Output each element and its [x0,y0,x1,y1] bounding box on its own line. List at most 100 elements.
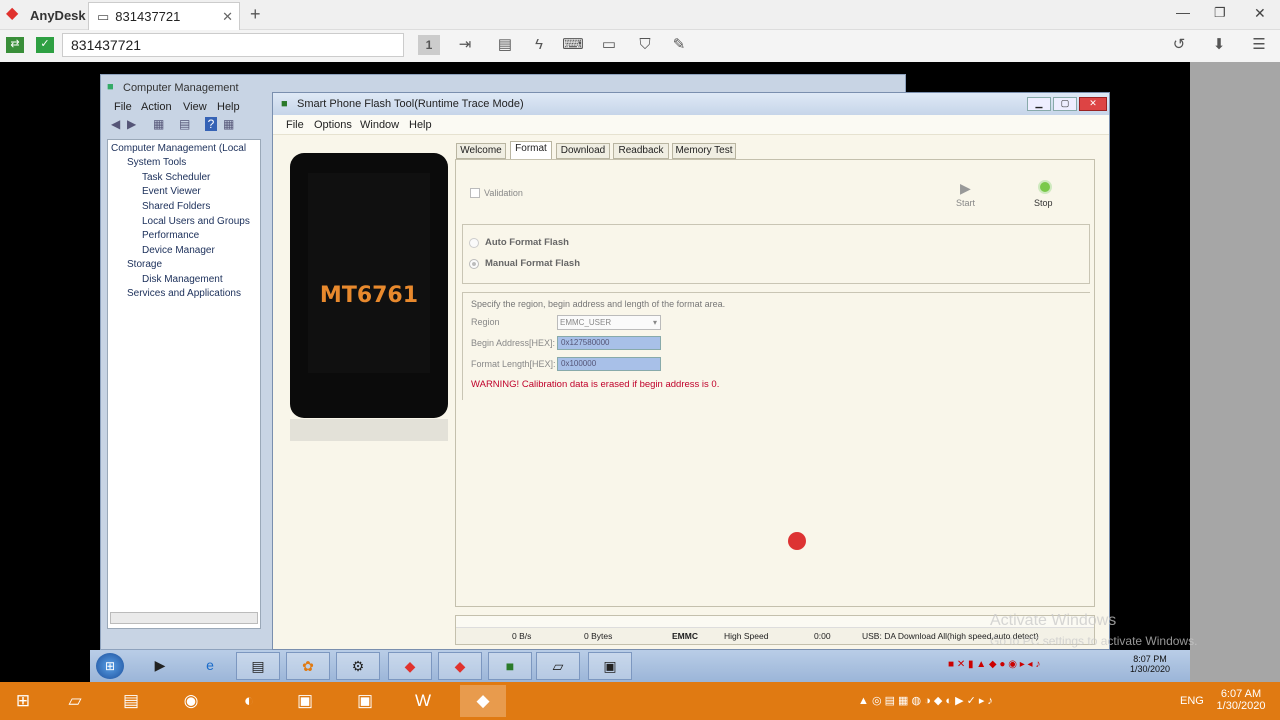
start-button-label[interactable]: Start [956,198,975,208]
local-tray-icons[interactable]: ▲ ◎ ▤ ▦ ◍ ◑ ◆ ◐ ▶ ✓ ▸ ♪ [858,694,993,707]
close-tab-icon[interactable]: ✕ [222,9,233,25]
computer-icon: ■ [107,81,114,93]
tree-item-performance[interactable]: Performance [142,230,199,241]
keyboard-icon[interactable]: ⌨ [562,35,584,55]
tree-item-shared-folders[interactable]: Shared Folders [142,201,210,212]
cm-menu-action[interactable]: Action [141,101,172,113]
cm-menu-help[interactable]: Help [217,101,240,113]
network-task-icon[interactable]: ▣ [588,652,632,680]
activation-watermark: Activate Windows Go to PC settings to ac… [990,612,1197,648]
anydesk-task-icon-1[interactable]: ◆ [388,652,432,680]
local-clock[interactable]: 6:07 AM 1/30/2020 [1212,688,1270,712]
monitor-icon: ▭ [97,8,110,24]
flash-tool-window[interactable]: ■ Smart Phone Flash Tool(Runtime Trace M… [272,92,1110,650]
instruction-text: Specify the region, begin address and le… [471,299,726,309]
menu-file[interactable]: File [286,119,304,131]
tree-item-storage[interactable]: Storage [127,259,162,270]
manual-format-radio[interactable] [469,259,479,269]
download-icon[interactable]: ⬇ [1208,35,1230,55]
remote-clock-date: 1/30/2020 [1129,664,1170,674]
actions-icon[interactable]: ϟ [528,35,550,55]
windows-start-icon[interactable]: ⊞ [0,685,46,717]
pen-icon[interactable]: ✎ [668,35,690,55]
remote-cursor-icon [788,532,806,550]
menu-options[interactable]: Options [314,119,352,131]
address-field[interactable]: 831437721 [62,33,404,57]
tab-readback[interactable]: Readback [613,143,669,159]
remote-start-icon[interactable]: ⊞ [96,653,124,679]
maximize-icon[interactable]: ❐ [1214,5,1226,21]
history-icon[interactable]: ↺ [1168,35,1190,55]
close-window-icon[interactable]: ✕ [1254,5,1266,22]
validation-checkbox[interactable] [470,188,480,198]
format-length-field[interactable]: 0x100000 [557,357,661,371]
stop-button-label[interactable]: Stop [1034,198,1053,208]
usb-tool-icon[interactable]: ▣ [282,685,328,717]
anydesk-task-icon-2[interactable]: ◆ [438,652,482,680]
display-1-button[interactable]: 1 [418,35,440,55]
auto-format-radio[interactable] [469,238,479,248]
cm-menu-file[interactable]: File [114,101,132,113]
tray-icons[interactable]: ■ ✕ ▮ ▲ ◆ ● ◉ ▸ ◂ ♪ [948,659,1040,670]
language-indicator[interactable]: ENG [1180,695,1204,707]
file-icon[interactable]: ▱ [52,685,98,717]
flash-close-icon[interactable]: ✕ [1079,97,1107,111]
start-icon[interactable]: ▶ [960,180,971,197]
manual-format-group: Specify the region, begin address and le… [462,292,1090,400]
tree-item-root[interactable]: Computer Management (Local [111,143,246,154]
tab-memory-test[interactable]: Memory Test [672,143,736,159]
app-w-icon[interactable]: W [400,685,446,717]
forward-icon[interactable]: ▶ [127,117,136,131]
stop-icon[interactable] [1038,180,1052,194]
tree-item-disk-management[interactable]: Disk Management [142,274,223,285]
chrome-icon[interactable]: ◉ [168,685,214,717]
begin-address-field[interactable]: 0x127580000 [557,336,661,350]
transfer-icon[interactable]: ⇥ [454,35,476,55]
display-icon[interactable]: ▭ [598,35,620,55]
tab-download[interactable]: Download [556,143,610,159]
app-icon[interactable]: ✿ [286,652,330,680]
shield-icon[interactable]: ⛉ [634,35,656,55]
media-player-icon[interactable]: ▶ [138,652,182,680]
anydesk-local-icon[interactable]: ◆ [460,685,506,717]
help-icon[interactable]: ? [205,117,217,131]
opera-icon[interactable]: ◐ [226,685,272,717]
tab-format[interactable]: Format [510,141,552,159]
back-icon[interactable]: ◀ [111,117,120,131]
flash-minimize-icon[interactable]: ▁ [1027,97,1051,111]
tree-item-device-manager[interactable]: Device Manager [142,245,215,256]
tree-item-event-viewer[interactable]: Event Viewer [142,186,201,197]
notepad-task-icon[interactable]: ▱ [536,652,580,680]
tree-item-services[interactable]: Services and Applications [127,288,241,299]
session-tab[interactable]: ▭ 831437721 ✕ [88,2,240,30]
properties-icon[interactable]: ▦ [223,117,234,131]
menu-icon[interactable]: ☰ [1248,35,1270,55]
status-storage: EMMC [672,631,698,641]
chat-icon[interactable]: ▤ [494,35,516,55]
tree-item-system-tools[interactable]: System Tools [127,157,186,168]
status-mode: High Speed [724,631,769,641]
console-tree-icon[interactable]: ▦ [153,117,164,131]
new-tab-icon[interactable]: + [250,4,261,25]
minimize-icon[interactable]: — [1176,4,1190,20]
ie-icon[interactable]: e [188,652,232,680]
tab-welcome[interactable]: Welcome [456,143,506,159]
folder-icon[interactable]: ▤ [108,685,154,717]
menu-window[interactable]: Window [360,119,399,131]
flash-tool-task-icon[interactable]: ■ [488,652,532,680]
tree-item-local-users[interactable]: Local Users and Groups [142,216,250,227]
explorer-icon[interactable]: ▤ [236,652,280,680]
tree-item-task-scheduler[interactable]: Task Scheduler [142,172,210,183]
remote-background [1190,62,1280,682]
export-icon[interactable]: ▤ [179,117,190,131]
status-time: 0:00 [814,631,831,641]
flash-tool-titlebar: ■ Smart Phone Flash Tool(Runtime Trace M… [273,93,1109,115]
usb-tool-icon-2[interactable]: ▣ [342,685,388,717]
menu-help[interactable]: Help [409,119,432,131]
format-mode-group: Auto Format Flash Manual Format Flash [462,224,1090,284]
tree-scrollbar[interactable] [110,612,258,624]
flash-maximize-icon[interactable]: ▢ [1053,97,1077,111]
region-select[interactable]: EMMC_USER ▾ [557,315,661,330]
cm-menu-view[interactable]: View [183,101,207,113]
computer-management-icon[interactable]: ⚙ [336,652,380,680]
